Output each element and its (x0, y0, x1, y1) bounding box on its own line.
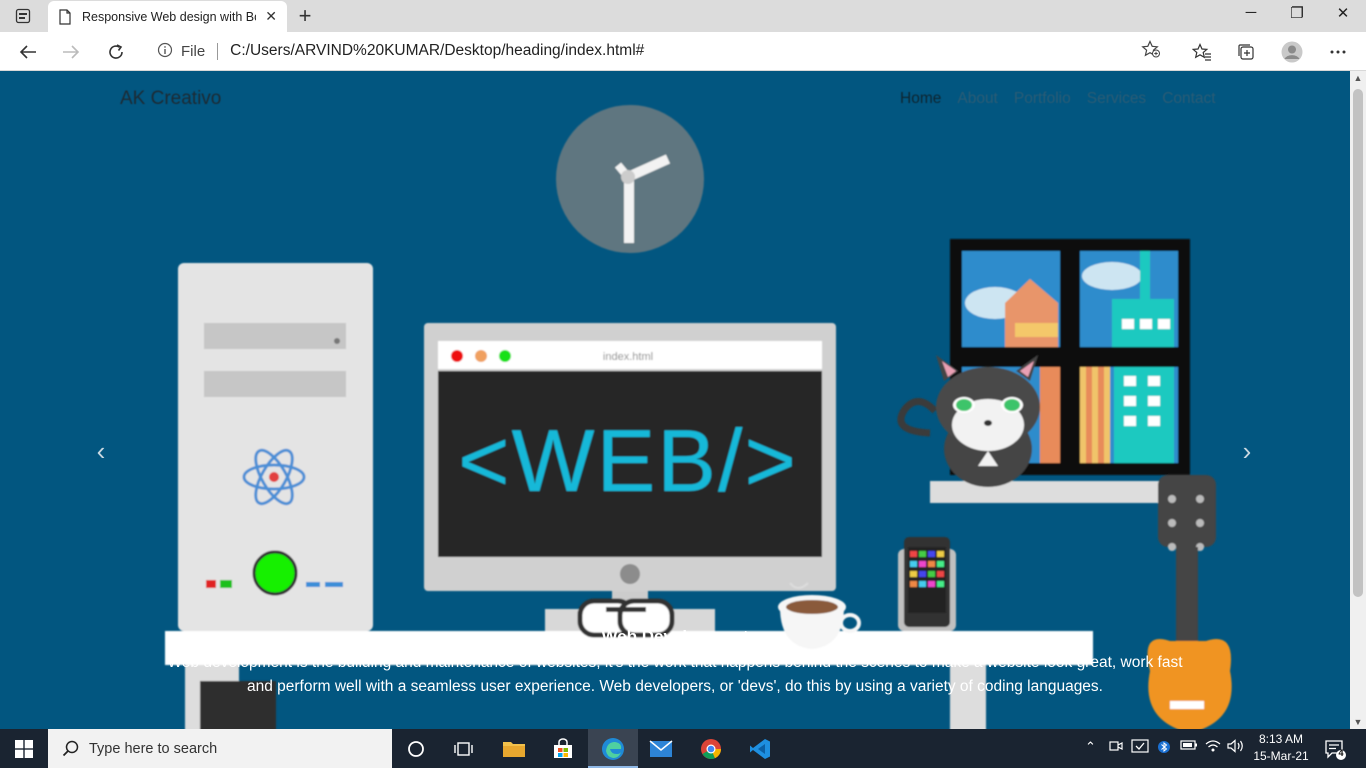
pc-tower-icon (178, 263, 373, 631)
back-arrow-icon (19, 45, 36, 59)
store-icon[interactable] (550, 736, 576, 762)
battery-icon[interactable] (1180, 739, 1198, 754)
nav-contact-link[interactable]: Contact (1162, 90, 1215, 108)
address-separator (217, 42, 219, 60)
caption-title: Web Development (601, 627, 749, 646)
notification-count-badge: 4 (1338, 748, 1344, 758)
mail-icon[interactable] (648, 736, 674, 762)
back-button[interactable] (15, 39, 41, 65)
collections-button[interactable] (1233, 39, 1259, 65)
nav-services-link[interactable]: Services (1087, 90, 1146, 108)
taskbar-search[interactable]: Type here to search (48, 729, 392, 768)
search-placeholder: Type here to search (89, 740, 218, 757)
nav-portfolio-link[interactable]: Portfolio (1014, 90, 1071, 108)
profile-button[interactable] (1279, 39, 1305, 65)
nav-about-link[interactable]: About (957, 90, 998, 108)
taskbar-clock[interactable]: 8:13 AM 15-Mar-21 (1250, 731, 1312, 765)
add-favorite-icon[interactable] (1141, 39, 1161, 63)
wifi-icon[interactable] (1205, 739, 1221, 756)
tab-strip: Responsive Web design with Boo ✕ + ─ ❐ ✕ (0, 0, 1366, 32)
scroll-down-icon[interactable]: ▼ (1350, 717, 1366, 727)
task-view-icon[interactable] (451, 736, 477, 762)
minimize-button[interactable]: ─ (1228, 4, 1274, 21)
clock-date: 15-Mar-21 (1253, 749, 1309, 763)
file-explorer-icon[interactable] (501, 736, 527, 762)
edge-taskbar-slot[interactable] (588, 729, 638, 768)
notification-center-button[interactable]: 4 (1324, 738, 1346, 760)
browser-tab[interactable]: Responsive Web design with Boo ✕ (48, 1, 287, 32)
carousel-prev-icon[interactable]: ‹ (86, 436, 116, 467)
address-scheme: File (181, 42, 206, 60)
address-bar[interactable]: File C:/Users/ARVIND%20KUMAR/Desktop/hea… (145, 36, 1173, 66)
search-icon (62, 740, 79, 757)
carousel-next-icon[interactable]: › (1232, 436, 1262, 467)
bluetooth-icon[interactable] (1158, 739, 1170, 758)
site-info-icon[interactable] (157, 42, 173, 61)
phone-icon (898, 537, 956, 631)
start-button[interactable] (0, 729, 48, 768)
scroll-thumb[interactable] (1353, 89, 1363, 597)
refresh-button[interactable] (103, 39, 129, 65)
collections-icon (1238, 44, 1254, 60)
edge-icon (600, 736, 626, 762)
window-title-text: index.html (603, 351, 653, 363)
avatar-icon (1281, 41, 1303, 63)
caption-text: Web development is the building and main… (167, 654, 1183, 695)
cortana-icon[interactable] (403, 736, 429, 762)
close-window-button[interactable]: ✕ (1320, 4, 1366, 22)
site-nav: Home About Portfolio Services Contact (900, 90, 1232, 108)
page-icon (59, 8, 71, 25)
show-hidden-icons[interactable]: ⌃ (1085, 739, 1096, 755)
wall-clock-icon (556, 105, 704, 253)
favorites-button[interactable] (1189, 39, 1215, 65)
address-url[interactable]: C:/Users/ARVIND%20KUMAR/Desktop/heading/… (230, 42, 644, 60)
carousel-caption: Web Development Web development is the b… (165, 627, 1185, 699)
settings-menu-button[interactable] (1325, 39, 1351, 65)
tab-title: Responsive Web design with Boo (82, 9, 256, 24)
clock-time: 8:13 AM (1258, 732, 1304, 746)
browser-toolbar: File C:/Users/ARVIND%20KUMAR/Desktop/hea… (0, 32, 1366, 71)
volume-icon[interactable] (1227, 739, 1245, 756)
monitor-icon: index.html <WEB/> (424, 323, 836, 631)
web-page: index.html <WEB/> AK Creativo Home About… (0, 71, 1350, 729)
vscode-icon[interactable] (747, 736, 773, 762)
new-tab-button[interactable]: + (292, 3, 318, 29)
tab-close-icon[interactable]: ✕ (265, 8, 277, 25)
forward-button[interactable] (58, 39, 84, 65)
scroll-up-icon[interactable]: ▲ (1350, 73, 1366, 83)
favorites-icon (1192, 43, 1211, 61)
tab-actions-button[interactable] (8, 6, 38, 26)
page-scrollbar[interactable]: ▲ ▼ (1350, 71, 1366, 729)
windows-taskbar: Type here to search ⌃ 8:13 AM 15-Mar-21 … (0, 729, 1366, 768)
security-icon[interactable] (1131, 739, 1149, 756)
site-brand[interactable]: AK Creativo (120, 88, 221, 110)
more-icon (1330, 50, 1346, 54)
screen-web-text: <WEB/> (458, 411, 798, 510)
meet-now-icon[interactable] (1108, 739, 1124, 756)
chrome-icon[interactable] (698, 736, 724, 762)
refresh-icon (109, 44, 123, 59)
windows-logo-icon (15, 739, 33, 758)
nav-home-link[interactable]: Home (900, 90, 941, 108)
forward-arrow-icon (63, 45, 80, 59)
tab-actions-icon (15, 8, 31, 24)
restore-button[interactable]: ❐ (1274, 4, 1320, 22)
